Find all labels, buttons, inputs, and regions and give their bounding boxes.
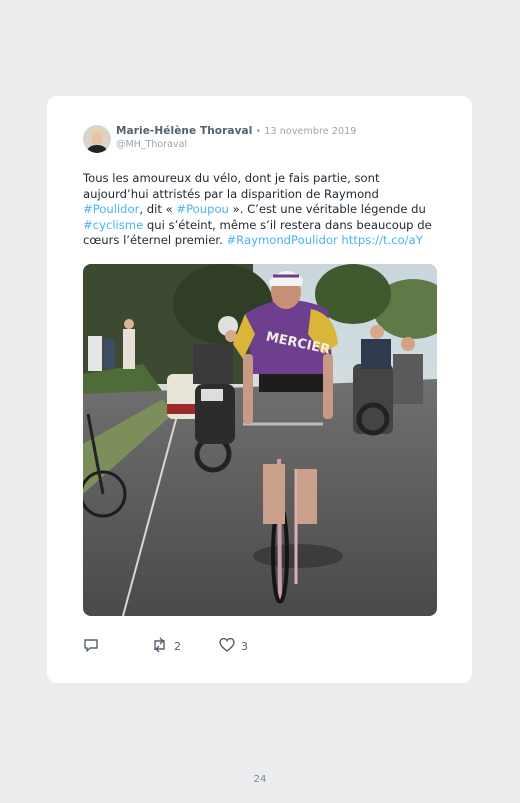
author-avatar[interactable]: [83, 125, 111, 153]
reply-button[interactable]: [83, 637, 99, 656]
author-name[interactable]: Marie-Hélène Thoraval: [116, 125, 252, 137]
hashtag-raymondpoulidor[interactable]: #RaymondPoulidor: [226, 233, 337, 247]
reply-icon: [83, 637, 99, 656]
text-segment: Tous les amoureux du vélo, dont je fais …: [83, 171, 380, 201]
retweet-icon: [151, 637, 168, 656]
tweet-actions: 2 3: [83, 637, 383, 655]
page-number: 24: [253, 774, 267, 785]
retweet-button[interactable]: 2: [151, 637, 181, 656]
author-header: Marie-Hélène Thoraval • 13 novembre 2019: [116, 125, 356, 137]
tweet-url[interactable]: https://t.co/aY: [341, 233, 422, 247]
text-segment: , dit «: [139, 202, 177, 216]
tweet-photo[interactable]: MERCIER: [83, 264, 437, 616]
tweet-text: Tous les amoureux du vélo, dont je fais …: [83, 171, 435, 249]
text-segment: ». C’est une véritable légende du: [228, 202, 426, 216]
like-button[interactable]: 3: [219, 637, 248, 656]
retweet-count: 2: [174, 640, 181, 653]
hashtag-poulidor[interactable]: #Poulidor: [83, 202, 139, 216]
author-handle[interactable]: @MH_Thoraval: [116, 139, 187, 150]
like-count: 3: [241, 640, 248, 653]
tweet-card: Marie-Hélène Thoraval • 13 novembre 2019…: [47, 96, 472, 683]
hashtag-cyclisme[interactable]: #cyclisme: [83, 218, 143, 232]
meta-separator: •: [252, 126, 265, 137]
like-icon: [219, 637, 235, 656]
hashtag-poupou[interactable]: #Poupou: [176, 202, 229, 216]
tweet-date[interactable]: 13 novembre 2019: [264, 126, 356, 137]
